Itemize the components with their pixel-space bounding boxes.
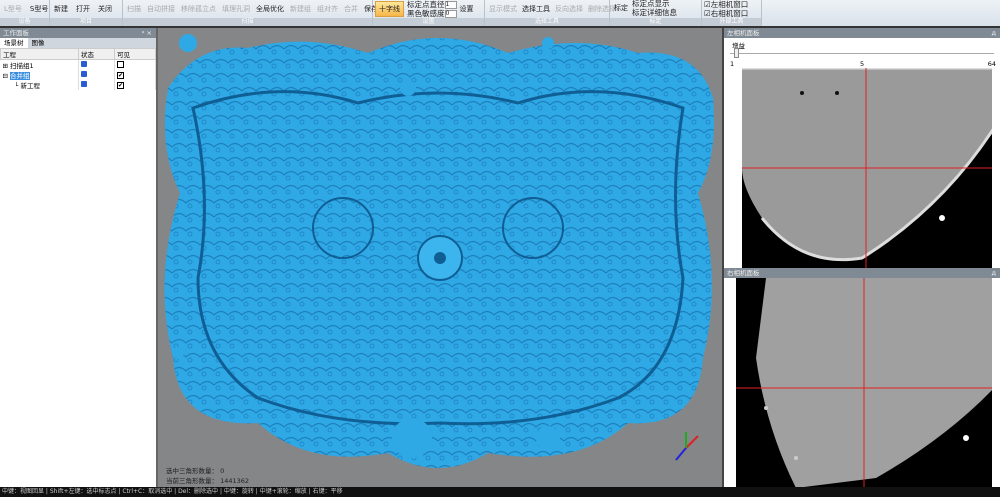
selected-triangles-value: 0 (220, 467, 225, 475)
lock-icon[interactable] (81, 81, 87, 87)
panel-title: 右相机面板 (727, 269, 760, 277)
current-triangles-label: 当前三角形数量： (166, 477, 218, 485)
axis-gizmo-icon (675, 432, 699, 461)
fill-holes-button[interactable]: 填理孔洞 (222, 4, 250, 14)
open-button[interactable]: 打开 (76, 4, 90, 14)
panel-title: 左相机面板 (727, 29, 760, 37)
group-external-tools: ☑左相机窗口 ☑右相机窗口 外部工具 (702, 0, 762, 26)
group-project: 新建 打开 关闭 项目 (50, 0, 123, 26)
group-label: 扫描 (123, 18, 372, 26)
group-calibration: 标定 标定点显示 标定详细信息 标定 (610, 0, 702, 26)
group-label: 项目 (50, 18, 122, 26)
right-camera-panel: 右相机面板 д (722, 268, 1000, 487)
global-optimize-button[interactable]: 全局优化 (256, 4, 284, 14)
status-bar: 中键：视图回显 | Shift+左键：选中标志点 | Ctrl+C：取消选中 |… (0, 487, 1000, 497)
group-align-button[interactable]: 组对齐 (317, 4, 338, 14)
visible-checkbox[interactable] (117, 60, 124, 68)
row-name: 扫描组1 (10, 62, 34, 70)
select-tool-button[interactable]: 选择工具 (522, 4, 550, 14)
current-triangles-value: 1441362 (220, 477, 250, 485)
merge-button[interactable]: 合并 (344, 4, 358, 14)
scanned-model (164, 34, 714, 468)
calibration-detail-check[interactable]: 标定详细信息 (632, 8, 677, 17)
pin-icon[interactable]: д (992, 28, 997, 38)
ribbon-toolbar: L型号 S型号 设备 新建 打开 关闭 项目 扫描 自动拼接 移除孤立点 填理孔洞 全… (0, 0, 1000, 28)
new-button[interactable]: 新建 (54, 4, 68, 14)
marker-diameter-label: 标定点直径 (407, 0, 445, 9)
slider-mid: 5 (860, 60, 865, 68)
table-row[interactable]: ⊟ 合并组 ✔ (0, 70, 156, 80)
group-scan: 扫描 自动拼接 移除孤立点 填理孔洞 全局优化 新建组 组对齐 合并 保存 扫描 (123, 0, 378, 26)
col-status: 状态 (78, 48, 115, 60)
remove-isolated-button[interactable]: 移除孤立点 (181, 4, 216, 14)
slider-thumb[interactable] (734, 48, 740, 58)
scene-tree-table: 工程 状态 可见 ⊞ 扫描组1 ⊟ 合并组 ✔ └ 新工程 ✔ (0, 48, 156, 90)
close-button[interactable]: 关闭 (98, 4, 112, 14)
group-label: 设备 (0, 18, 49, 26)
selected-triangles-label: 选中三角形数量： (166, 467, 218, 475)
left-camera-panel: 左相机面板 д 增益 1 5 64 (722, 28, 1000, 268)
slider-max: 64 (987, 60, 996, 68)
group-select-tools: 显示模式 选择工具 反向选择 删除选择 选择工具 (485, 0, 616, 26)
display-mode-button[interactable]: 显示模式 (489, 4, 517, 14)
auto-stitch-button[interactable]: 自动拼接 (147, 4, 175, 14)
settings-button[interactable]: 设置 (460, 4, 474, 14)
l-model-button[interactable]: L型号 (4, 4, 22, 14)
marker-display-check[interactable]: 标定点显示 (632, 0, 677, 8)
right-camera-window-check[interactable]: ☑右相机窗口 (704, 9, 748, 18)
tab-image[interactable]: 图像 (28, 38, 49, 48)
right-camera-image[interactable] (736, 278, 992, 487)
visible-checkbox[interactable]: ✔ (117, 72, 124, 79)
group-device: L型号 S型号 设备 (0, 0, 50, 26)
s-model-button[interactable]: S型号 (30, 4, 48, 14)
group-label: 标定 (610, 18, 701, 26)
table-row[interactable]: ⊞ 扫描组1 (0, 59, 156, 70)
lock-icon[interactable] (81, 71, 87, 77)
calibrate-button[interactable]: 标定 (614, 3, 628, 13)
pin-close-icon[interactable]: ᵖ × (142, 28, 152, 38)
row-name: 合并组 (10, 72, 30, 80)
3d-viewport[interactable]: 选中三角形数量： 0 当前三角形数量： 1441362 (158, 28, 722, 487)
col-project: 工程 (0, 48, 79, 60)
black-sensitivity-label: 黑色敏感度 (407, 9, 445, 18)
left-camera-window-check[interactable]: ☑左相机窗口 (704, 0, 748, 9)
gain-slider[interactable]: 增益 1 5 64 (724, 38, 1000, 68)
invert-selection-button[interactable]: 反向选择 (555, 4, 583, 14)
group-label: 外部工具 (702, 18, 761, 26)
crosshair-button[interactable]: 十字线 (375, 1, 404, 17)
new-group-button[interactable]: 新建组 (290, 4, 311, 14)
visible-checkbox[interactable]: ✔ (117, 82, 124, 89)
lock-icon[interactable] (81, 61, 87, 67)
table-row[interactable]: └ 新工程 ✔ (0, 80, 156, 90)
black-sensitivity-input[interactable]: 0 (444, 10, 457, 18)
slider-min: 1 (730, 60, 735, 68)
group-settings: 十字线 标定点直径1 黑色敏感度0 设置 设置 (373, 0, 485, 26)
group-label: 选择工具 (485, 18, 609, 26)
left-camera-image[interactable] (742, 68, 992, 268)
col-visible: 可见 (114, 48, 156, 60)
panel-title: 工作面板 (3, 29, 29, 37)
group-label: 设置 (373, 18, 484, 26)
tab-scene-tree[interactable]: 场景树 (0, 38, 28, 48)
work-panel: 工作面板 ᵖ × 场景树 图像 工程 状态 可见 ⊞ 扫描组1 ⊟ 合并组 ✔ └ 新工程… (0, 28, 158, 487)
scan-button[interactable]: 扫描 (127, 4, 141, 14)
pin-icon[interactable]: д (992, 268, 997, 278)
row-name: 新工程 (20, 82, 40, 90)
marker-diameter-input[interactable]: 1 (444, 1, 457, 9)
